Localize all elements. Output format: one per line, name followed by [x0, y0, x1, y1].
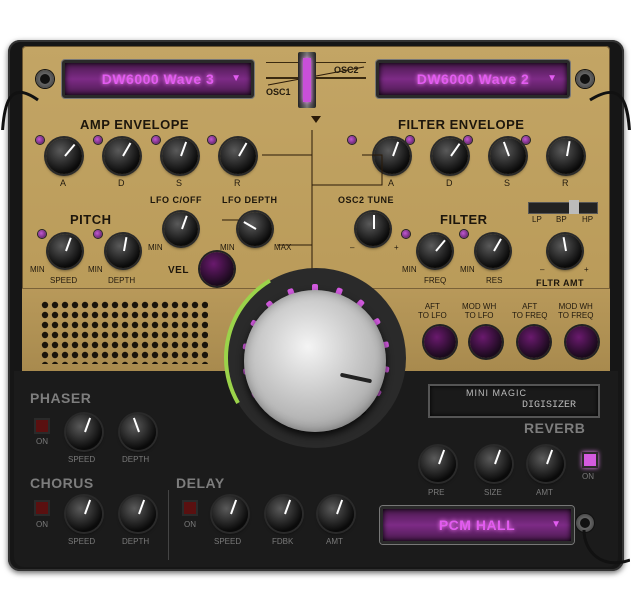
mod-wh-freq-label: MOD WH TO FREQ [558, 302, 594, 320]
mod-aft-freq-label: AFT TO FREQ [512, 302, 548, 320]
pitch-depth-min-label: MIN [88, 265, 103, 274]
jack-left-icon[interactable] [36, 70, 54, 88]
filter-type-hp-label: HP [582, 215, 594, 224]
chorus-speed-label: SPEED [68, 537, 96, 546]
led-icon [460, 230, 468, 238]
aft-to-freq-knob[interactable] [518, 326, 550, 358]
phaser-on-switch[interactable] [34, 418, 50, 434]
osc-mix-slider[interactable] [298, 52, 316, 108]
osc2-tune-knob[interactable] [356, 212, 390, 246]
delay-feedback-knob[interactable] [266, 496, 302, 532]
reverb-preset-value: PCM HALL [438, 517, 516, 533]
chorus-speed-knob[interactable] [66, 496, 102, 532]
aft-to-lfo-knob[interactable] [424, 326, 456, 358]
osc2-tune-title: OSC2 TUNE [338, 195, 395, 205]
master-volume-knob[interactable] [244, 290, 386, 432]
osc2-label: OSC2 [334, 65, 359, 75]
brand-plate: MINI MAGIC DIGISIZER [428, 384, 600, 418]
osc1-wave-display[interactable]: DW6000 Wave 3 ▼ [62, 60, 254, 98]
chorus-on-label: ON [36, 520, 48, 529]
filter-amount-plus-label: + [584, 265, 589, 274]
filter-type-selector[interactable] [528, 200, 598, 214]
dropdown-arrow-icon: ▼ [551, 519, 561, 530]
reverb-amount-label: AMT [536, 488, 553, 497]
reverb-cable [582, 530, 630, 565]
osc1-wave-value: DW6000 Wave 3 [101, 71, 215, 87]
phaser-depth-knob[interactable] [120, 414, 156, 450]
phaser-speed-label: SPEED [68, 455, 96, 464]
reverb-on-switch[interactable] [582, 452, 598, 468]
filter-amount-minus-label: – [540, 265, 545, 274]
led-icon [38, 230, 46, 238]
mod-aft-lfo-label: AFT TO LFO [418, 302, 447, 320]
phaser-title: PHASER [30, 390, 92, 406]
reverb-pre-knob[interactable] [420, 446, 456, 482]
osc-mix-area: OSC1 OSC2 [266, 62, 366, 99]
filter-type-bp-label: BP [556, 215, 567, 224]
reverb-amount-knob[interactable] [528, 446, 564, 482]
chorus-on-switch[interactable] [34, 500, 50, 516]
delay-on-label: ON [184, 520, 196, 529]
divider [168, 490, 169, 560]
brand-name: MINI MAGIC [466, 388, 527, 398]
chorus-depth-knob[interactable] [120, 496, 156, 532]
pitch-speed-min-label: MIN [30, 265, 45, 274]
reverb-title: REVERB [524, 420, 586, 436]
osc1-label: OSC1 [266, 87, 291, 97]
osc2-tune-minus-label: – [350, 243, 355, 252]
lfo-cutoff-knob[interactable] [164, 212, 198, 246]
lfo-depth-min-label: MIN [220, 243, 235, 252]
pitch-depth-label: DEPTH [108, 276, 136, 285]
modwh-to-lfo-knob[interactable] [470, 326, 502, 358]
osc2-tune-plus-label: + [394, 243, 399, 252]
lfo-depth-max-label: MAX [274, 243, 292, 252]
pitch-speed-knob[interactable] [48, 234, 82, 268]
delay-on-switch[interactable] [182, 500, 198, 516]
lfo-depth-knob[interactable] [238, 212, 272, 246]
pitch-title: PITCH [70, 212, 112, 227]
filter-res-knob[interactable] [476, 234, 510, 268]
filter-amount-label: FLTR AMT [536, 278, 584, 288]
osc2-wave-display[interactable]: DW6000 Wave 2 ▼ [376, 60, 570, 98]
filter-title: FILTER [440, 212, 488, 227]
reverb-size-label: SIZE [484, 488, 502, 497]
pitch-speed-label: SPEED [50, 276, 78, 285]
filter-type-lp-label: LP [532, 215, 542, 224]
filter-amount-knob[interactable] [548, 234, 582, 268]
jack-right-icon[interactable] [576, 70, 594, 88]
dropdown-arrow-icon: ▼ [231, 73, 241, 84]
delay-speed-label: SPEED [214, 537, 242, 546]
reverb-on-label: ON [582, 472, 594, 481]
delay-amount-knob[interactable] [318, 496, 354, 532]
led-icon [94, 230, 102, 238]
mod-wh-lfo-label: MOD WH TO LFO [462, 302, 497, 320]
lfo-depth-title: LFO DEPTH [222, 195, 278, 205]
filter-freq-knob[interactable] [418, 234, 452, 268]
phaser-speed-knob[interactable] [66, 414, 102, 450]
lfo-cutoff-min-label: MIN [148, 243, 163, 252]
chorus-title: CHORUS [30, 475, 94, 491]
reverb-preset-display[interactable]: PCM HALL ▼ [380, 506, 574, 544]
modwh-to-freq-knob[interactable] [566, 326, 598, 358]
dropdown-arrow-icon: ▼ [547, 73, 557, 84]
delay-speed-knob[interactable] [212, 496, 248, 532]
reverb-size-knob[interactable] [476, 446, 512, 482]
speaker-grille [40, 300, 208, 364]
brand-subtitle: DIGISIZER [522, 400, 577, 411]
led-icon [402, 230, 410, 238]
delay-amount-label: AMT [326, 537, 343, 546]
pitch-depth-knob[interactable] [106, 234, 140, 268]
reverb-pre-label: PRE [428, 488, 445, 497]
chorus-depth-label: DEPTH [122, 537, 150, 546]
delay-title: DELAY [176, 475, 225, 491]
phaser-on-label: ON [36, 437, 48, 446]
lfo-cutoff-title: LFO C/OFF [150, 195, 202, 205]
delay-feedback-label: FDBK [272, 537, 294, 546]
filter-res-min-label: MIN [460, 265, 475, 274]
velocity-title: VEL [168, 265, 189, 276]
filter-freq-label: FREQ [424, 276, 447, 285]
osc2-wave-value: DW6000 Wave 2 [416, 71, 530, 87]
phaser-depth-label: DEPTH [122, 455, 150, 464]
filter-res-label: RES [486, 276, 503, 285]
